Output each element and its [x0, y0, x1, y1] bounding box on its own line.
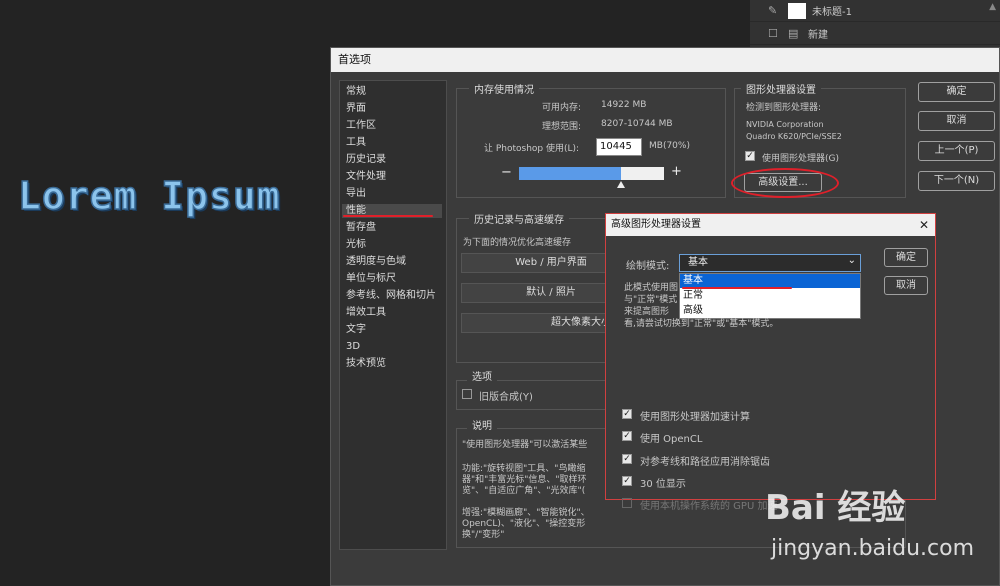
nav-item-workspace[interactable]: 工作区: [346, 119, 376, 133]
next-button[interactable]: 下一个(N): [918, 171, 995, 191]
annotation-underline: [343, 215, 433, 217]
description-label: 说明: [467, 417, 497, 432]
drawing-mode-label: 绘制模式:: [626, 261, 670, 272]
gpu-vendor: NVIDIA Corporation: [746, 120, 824, 129]
memory-slider-thumb[interactable]: [616, 181, 625, 188]
nav-item-tech-preview[interactable]: 技术预览: [346, 357, 386, 371]
use-gpu-label: 使用图形处理器(G): [762, 154, 839, 164]
document-icon: ▤: [788, 26, 799, 40]
visibility-icon[interactable]: ☐: [768, 27, 780, 40]
history-cache-label: 历史记录与高速缓存: [469, 211, 569, 226]
description-text: 换"/"变形": [462, 530, 505, 540]
description-text: "使用图形处理器"可以激活某些: [462, 440, 588, 450]
advanced-gpu-dialog: 高级图形处理器设置 ✕ 绘制模式: 基本 ⌄ 基本 正常 高级 此模式使用图 与…: [605, 213, 936, 500]
annotation-ellipse: [731, 168, 839, 198]
nav-item-tools[interactable]: 工具: [346, 136, 366, 150]
nav-item-export[interactable]: 导出: [346, 187, 366, 201]
preferences-sidebar: 常规 界面 工作区 工具 历史记录 文件处理 导出 性能 暂存盘 光标 透明度与…: [339, 80, 447, 550]
brush-icon: ✎: [768, 3, 778, 17]
layer-row[interactable]: ☐ ▤ 新建: [750, 23, 1000, 45]
nav-item-general[interactable]: 常规: [346, 85, 366, 99]
antialias-checkbox[interactable]: ✓: [622, 454, 632, 464]
option-normal[interactable]: 正常: [680, 289, 860, 303]
layer-name: 新建: [808, 30, 828, 41]
scroll-up-icon[interactable]: ▲: [989, 2, 996, 12]
nav-item-cursors[interactable]: 光标: [346, 238, 366, 252]
watermark-logo: Bai 经验: [765, 488, 906, 528]
advanced-dialog-title: 高级图形处理器设置: [606, 214, 935, 236]
history-cache-desc: 为下面的情况优化高速缓存: [463, 238, 572, 248]
nav-item-transparency[interactable]: 透明度与色域: [346, 255, 406, 269]
memory-use-unit: MB(70%): [649, 141, 690, 151]
dialog-title: 首选项: [331, 48, 999, 72]
nav-item-interface[interactable]: 界面: [346, 102, 366, 116]
gpu-compute-label: 使用图形处理器加速计算: [640, 412, 750, 423]
drawing-mode-value: 基本: [688, 257, 708, 268]
opencl-checkbox[interactable]: ✓: [622, 431, 632, 441]
increase-icon[interactable]: +: [671, 164, 682, 179]
cancel-button[interactable]: 取消: [918, 111, 995, 131]
nav-item-type[interactable]: 文字: [346, 323, 366, 337]
available-memory-value: 14922 MB: [601, 100, 647, 110]
advanced-ok-button[interactable]: 确定: [884, 248, 928, 267]
gpu-model: Quadro K620/PCIe/SSE2: [746, 132, 842, 141]
nav-item-guides[interactable]: 参考线、网格和切片: [346, 289, 436, 303]
close-icon[interactable]: ✕: [919, 214, 929, 236]
advanced-cancel-button[interactable]: 取消: [884, 276, 928, 295]
legacy-compositing-label: 旧版合成(Y): [479, 392, 533, 403]
legacy-compositing-checkbox[interactable]: [462, 389, 472, 399]
previous-button[interactable]: 上一个(P): [918, 141, 995, 161]
memory-slider-fill: [519, 167, 621, 180]
layer-thumbnail: [788, 2, 806, 19]
nav-item-scratch-disks[interactable]: 暂存盘: [346, 221, 376, 235]
nav-item-3d[interactable]: 3D: [346, 340, 360, 354]
layer-row[interactable]: ✎ 未标题-1: [750, 0, 1000, 22]
ideal-range-label: 理想范围:: [542, 122, 582, 132]
nav-item-plugins[interactable]: 增效工具: [346, 306, 386, 320]
use-gpu-checkbox[interactable]: ✓: [745, 151, 755, 161]
watermark: Bai 经验 jingyan.baidu.com: [765, 474, 995, 574]
gpu-compute-checkbox[interactable]: ✓: [622, 409, 632, 419]
mode-hint-text: 看,请尝试切换到"正常"或"基本"模式。: [624, 319, 779, 329]
memory-use-label: 让 Photoshop 使用(L):: [484, 144, 580, 154]
memory-group-label: 内存使用情况: [469, 81, 539, 96]
memory-slider-track[interactable]: [519, 167, 664, 180]
annotation-underline: [682, 287, 792, 289]
ideal-range-value: 8207-10744 MB: [601, 119, 673, 129]
layer-name: 未标题-1: [812, 7, 852, 18]
gpu-group-label: 图形处理器设置: [741, 81, 821, 96]
nav-item-history[interactable]: 历史记录: [346, 153, 386, 167]
decrease-icon[interactable]: −: [501, 165, 512, 180]
ok-button[interactable]: 确定: [918, 82, 995, 102]
antialias-label: 对参考线和路径应用消除锯齿: [640, 457, 770, 468]
available-memory-label: 可用内存:: [542, 103, 582, 113]
option-basic[interactable]: 基本: [680, 274, 860, 288]
gpu-detected-label: 检测到图形处理器:: [746, 103, 822, 113]
memory-use-input[interactable]: 10445: [596, 138, 642, 156]
options-label: 选项: [467, 368, 497, 383]
watermark-url: jingyan.baidu.com: [771, 536, 975, 561]
30bit-checkbox[interactable]: ✓: [622, 476, 632, 486]
drawing-mode-select[interactable]: 基本 ⌄: [679, 254, 861, 272]
canvas-title-text: Lorem Ipsum: [17, 173, 281, 219]
opencl-label: 使用 OpenCL: [640, 434, 703, 445]
os-gpu-checkbox[interactable]: [622, 498, 632, 508]
nav-item-file-handling[interactable]: 文件处理: [346, 170, 386, 184]
description-text: 览"、"自适应广角"、"光效库"(: [462, 486, 586, 496]
os-gpu-label: 使用本机操作系统的 GPU 加速: [640, 501, 778, 512]
nav-item-units[interactable]: 单位与标尺: [346, 272, 396, 286]
30bit-label: 30 位显示: [640, 479, 686, 490]
chevron-down-icon: ⌄: [847, 255, 856, 266]
drawing-mode-dropdown: 基本 正常 高级: [679, 273, 861, 319]
